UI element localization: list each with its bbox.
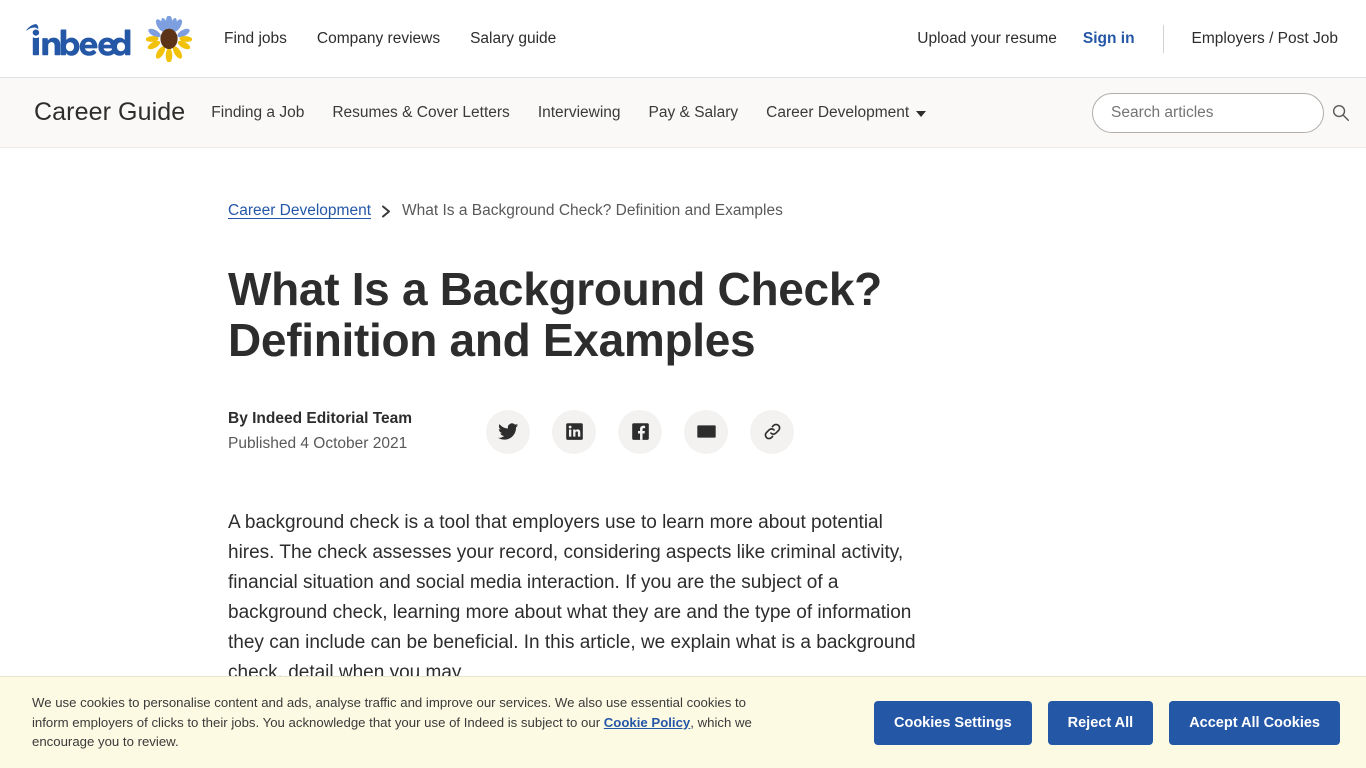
accept-all-cookies-button[interactable]: Accept All Cookies bbox=[1169, 700, 1340, 745]
guide-link-label: Pay & Salary bbox=[648, 103, 739, 121]
reject-all-button[interactable]: Reject All bbox=[1047, 700, 1154, 745]
article-author: By Indeed Editorial Team bbox=[228, 410, 413, 428]
chevron-down-icon bbox=[916, 110, 927, 117]
breadcrumb-current: What Is a Background Check? Definition a… bbox=[402, 202, 783, 219]
cookie-policy-link[interactable]: Cookie Policy bbox=[604, 715, 690, 730]
article-container: Career Development What Is a Background … bbox=[228, 148, 1088, 688]
indeed-logo[interactable] bbox=[24, 22, 132, 56]
search-input[interactable] bbox=[1092, 92, 1324, 133]
envelope-icon bbox=[696, 425, 716, 438]
article-published-date: Published 4 October 2021 bbox=[228, 435, 408, 453]
global-nav-right: Upload your resume Sign in Employers / P… bbox=[917, 24, 1338, 53]
cookie-banner-actions: Cookies Settings Reject All Accept All C… bbox=[874, 700, 1340, 745]
guide-link-interviewing[interactable]: Interviewing bbox=[538, 104, 621, 122]
upload-resume-link[interactable]: Upload your resume bbox=[917, 30, 1057, 48]
search-area bbox=[1092, 92, 1350, 133]
guide-link-finding-a-job[interactable]: Finding a Job bbox=[211, 104, 304, 122]
guide-link-label: Career Development bbox=[766, 103, 910, 121]
career-guide-nav: Career Guide Finding a Job Resumes & Cov… bbox=[0, 78, 1366, 148]
breadcrumb-link-career-development[interactable]: Career Development bbox=[228, 202, 371, 220]
global-nav-links: Find jobs Company reviews Salary guide bbox=[224, 30, 556, 48]
sign-in-link[interactable]: Sign in bbox=[1083, 30, 1135, 48]
nav-divider bbox=[1162, 24, 1164, 53]
chevron-right-icon bbox=[381, 205, 392, 218]
employers-post-job-link[interactable]: Employers / Post Job bbox=[1192, 30, 1338, 48]
global-header: Find jobs Company reviews Salary guide U… bbox=[0, 0, 1366, 78]
career-guide-links: Finding a Job Resumes & Cover Letters In… bbox=[211, 103, 927, 122]
guide-link-career-development[interactable]: Career Development bbox=[766, 103, 927, 122]
nav-link-find-jobs[interactable]: Find jobs bbox=[224, 30, 287, 48]
facebook-icon bbox=[631, 423, 649, 441]
share-email-button[interactable] bbox=[684, 409, 728, 454]
page-title: What Is a Background Check? Definition a… bbox=[228, 263, 882, 366]
byline-row: By Indeed Editorial Team Published 4 Oct… bbox=[228, 407, 1088, 456]
sunflower-icon bbox=[146, 15, 192, 62]
share-linkedin-button[interactable] bbox=[552, 409, 596, 454]
guide-link-label: Interviewing bbox=[537, 103, 621, 121]
share-facebook-button[interactable] bbox=[618, 409, 662, 454]
cookie-consent-banner: We use cookies to personalise content an… bbox=[0, 676, 1366, 768]
share-link-button[interactable] bbox=[750, 409, 794, 454]
cookie-banner-text: We use cookies to personalise content an… bbox=[32, 693, 762, 752]
share-buttons bbox=[486, 409, 794, 454]
page-content: Career Development What Is a Background … bbox=[0, 148, 1366, 688]
career-guide-title[interactable]: Career Guide bbox=[34, 98, 185, 127]
page-root: Find jobs Company reviews Salary guide U… bbox=[0, 0, 1366, 768]
twitter-icon bbox=[497, 423, 518, 440]
article-intro-paragraph: A background check is a tool that employ… bbox=[228, 512, 916, 684]
link-icon bbox=[764, 423, 780, 440]
indeed-brand[interactable] bbox=[24, 15, 192, 62]
guide-link-pay-salary[interactable]: Pay & Salary bbox=[649, 104, 739, 122]
byline: By Indeed Editorial Team Published 4 Oct… bbox=[228, 407, 486, 456]
cookies-settings-button[interactable]: Cookies Settings bbox=[874, 700, 1032, 745]
linkedin-icon bbox=[565, 423, 583, 441]
nav-link-company-reviews[interactable]: Company reviews bbox=[317, 30, 440, 48]
search-icon[interactable] bbox=[1330, 103, 1350, 123]
guide-link-label: Finding a Job bbox=[211, 103, 305, 121]
guide-link-resumes-cover-letters[interactable]: Resumes & Cover Letters bbox=[332, 104, 509, 122]
guide-link-label: Resumes & Cover Letters bbox=[332, 103, 510, 121]
nav-link-salary-guide[interactable]: Salary guide bbox=[470, 30, 556, 48]
share-twitter-button[interactable] bbox=[486, 409, 530, 454]
breadcrumb: Career Development What Is a Background … bbox=[228, 148, 1088, 220]
